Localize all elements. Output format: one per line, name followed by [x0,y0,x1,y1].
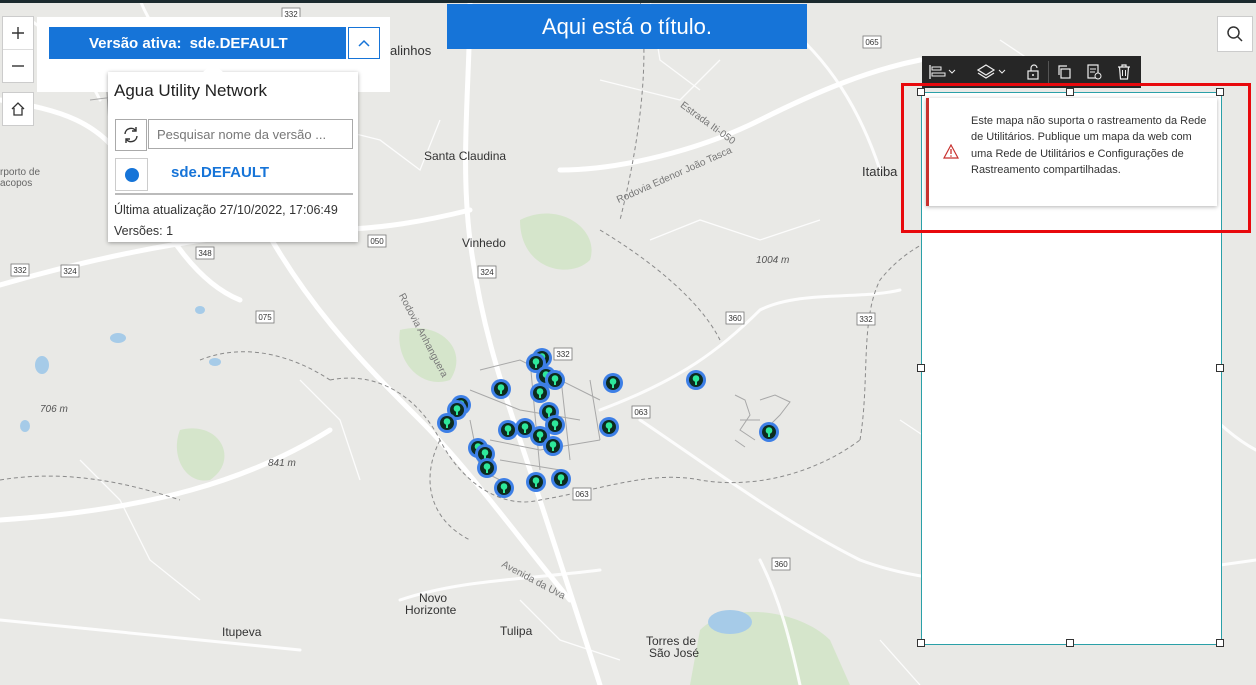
road-shield: 324 [60,264,80,278]
road-shield: 065 [862,35,882,49]
svg-text:332: 332 [859,315,873,324]
place-tulipa: Tulipa [500,624,533,638]
place-sao-jose: São José [649,646,700,660]
elevation-841: 841 m [268,458,296,469]
version-panel: Agua Utility Network sde.DEFAULT Última … [108,62,358,242]
divider [115,193,353,195]
place-itupeva: Itupeva [222,625,262,639]
svg-text:075: 075 [258,313,272,322]
home-button[interactable] [2,92,34,126]
network-point-icon[interactable] [599,417,619,437]
road-shield: 332 [856,312,876,326]
svg-text:063: 063 [634,408,648,417]
place-horizonte: Horizonte [405,603,457,617]
svg-text:065: 065 [865,38,879,47]
version-search-input[interactable] [148,119,353,149]
edit-settings-icon [1087,64,1102,80]
resize-handle-w[interactable] [917,364,925,372]
highlight-box [901,83,1251,233]
version-toggle-button[interactable] [348,27,380,59]
network-point-icon[interactable] [603,373,623,393]
place-aeroporto: rporto de [0,167,41,178]
zoom-in-button[interactable] [3,17,33,49]
network-point-icon[interactable] [551,469,571,489]
layers-icon [977,64,1006,79]
refresh-icon [124,127,138,143]
align-left-icon [929,65,956,79]
network-point-icon[interactable] [543,436,563,456]
svg-text:324: 324 [63,267,77,276]
road-shield: 075 [255,310,275,324]
elevation-1004: 1004 m [756,255,790,266]
search-button[interactable] [1217,16,1253,52]
network-point-icon[interactable] [526,472,546,492]
svg-text:360: 360 [774,560,788,569]
road-shield: 348 [195,246,215,260]
version-item-name: sde.DEFAULT [171,164,270,181]
selected-dot-icon [124,167,139,182]
unlock-icon [1027,64,1039,80]
svg-text:332: 332 [13,266,27,275]
road-shield: 324 [477,265,497,279]
network-point-icon[interactable] [545,370,565,390]
svg-text:063: 063 [575,490,589,499]
trash-icon [1118,64,1130,80]
road-shield: 360 [771,557,791,571]
place-viracopos: acopos [0,178,33,189]
copy-icon [1058,65,1071,79]
road-shield: 332 [10,263,30,277]
svg-text:050: 050 [370,237,384,246]
zoom-out-button[interactable] [3,49,33,82]
active-version-label: Versão ativa: [89,34,182,52]
svg-text:324: 324 [480,268,494,277]
resize-handle-sw[interactable] [917,639,925,647]
road-shield: 063 [572,487,592,501]
resize-handle-se[interactable] [1216,639,1224,647]
place-santa-claudina: Santa Claudina [424,149,507,163]
version-list-item[interactable]: sde.DEFAULT [115,158,353,192]
minus-icon [12,65,24,67]
plus-icon [12,27,24,39]
network-point-icon[interactable] [494,478,514,498]
panel-title: Agua Utility Network [114,81,268,100]
svg-text:360: 360 [728,314,742,323]
last-update-text: Última atualização 27/10/2022, 17:06:49 [114,203,338,217]
network-point-icon[interactable] [491,379,511,399]
map-title[interactable]: Aqui está o título. [447,4,807,49]
road-shield: 063 [631,405,651,419]
resize-handle-s[interactable] [1066,639,1074,647]
network-point-icon[interactable] [686,370,706,390]
place-itatiba: Itatiba [862,164,898,179]
active-version-bar[interactable]: Versão ativa: sde.DEFAULT [49,27,346,59]
road-shield: 050 [367,234,387,248]
svg-text:332: 332 [556,350,570,359]
network-point-icon[interactable] [498,420,518,440]
network-point-icon[interactable] [477,458,497,478]
road-shield: 360 [725,311,745,325]
place-vinhedo: Vinhedo [462,236,506,250]
network-point-icon[interactable] [545,415,565,435]
network-point-icon[interactable] [437,413,457,433]
svg-text:348: 348 [198,249,212,258]
zoom-control [2,16,34,83]
refresh-button[interactable] [115,119,147,151]
version-radio[interactable] [115,158,148,191]
resize-handle-e[interactable] [1216,364,1224,372]
version-count-text: Versões: 1 [114,224,174,238]
place-valinhos: alinhos [390,43,432,58]
top-strip [0,0,1256,3]
network-point-icon[interactable] [759,422,779,442]
active-version-value: sde.DEFAULT [189,34,288,52]
home-icon [11,102,25,116]
search-icon [1227,26,1243,42]
road-shield: 332 [553,347,573,361]
chevron-up-icon [358,39,370,47]
elevation-706: 706 m [40,404,68,415]
